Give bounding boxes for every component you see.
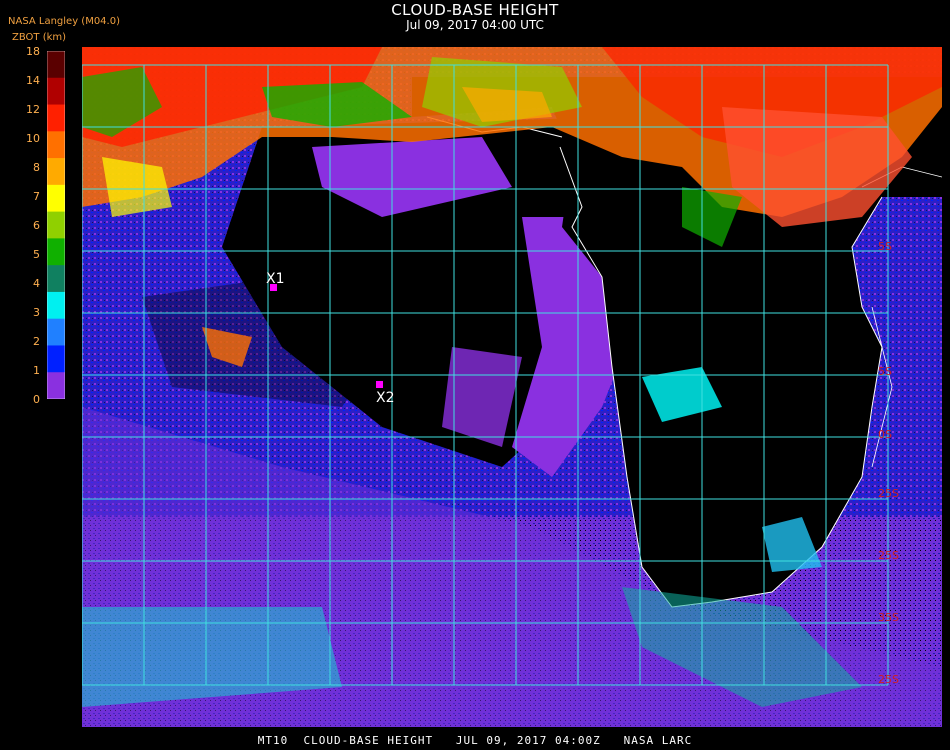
latitude-label: 25S	[878, 673, 899, 686]
latitude-label: 25S	[878, 487, 899, 500]
colorbar-tick-label: 7	[33, 190, 40, 203]
map-subtitle: Jul 09, 2017 04:00 UTC	[406, 18, 544, 32]
satellite-map: 5S 5S 0S 25S 25S 35S 25S X1 X2	[82, 47, 942, 727]
title-block: CLOUD-BASE HEIGHT Jul 09, 2017 04:00 UTC	[0, 2, 950, 32]
provider-label: NASA Langley (M04.0)	[8, 16, 120, 27]
unit-label: ZBOT (km)	[12, 32, 67, 43]
colorbar-tick-label: 12	[26, 103, 40, 116]
colorbar-swatch	[47, 131, 65, 159]
colorbar-tick-label: 2	[33, 335, 40, 348]
colorbar-tick-label: 0	[33, 393, 40, 406]
latitude-label: 0S	[878, 428, 892, 441]
footer-caption: MT10 CLOUD-BASE HEIGHT JUL 09, 2017 04:0…	[257, 734, 693, 747]
map-title: CLOUD-BASE HEIGHT	[391, 1, 559, 19]
colorbar-tick-label: 14	[26, 74, 40, 87]
colorbar-swatch	[47, 158, 65, 186]
colorbar-swatch	[47, 104, 65, 132]
colorbar-swatch	[47, 265, 65, 293]
colorbar-swatch	[47, 238, 65, 266]
latitude-label: 5S	[878, 240, 892, 253]
latitude-label: 35S	[878, 611, 899, 624]
colorbar-tick-label: 3	[33, 306, 40, 319]
colorbar-swatch	[47, 184, 65, 213]
colorbar-tick-label: 10	[26, 132, 40, 145]
latitude-label: 5S	[878, 365, 892, 378]
colorbar-tick-label: 18	[26, 45, 40, 58]
colorbar-tick-label: 6	[33, 219, 40, 232]
colorbar-swatch	[47, 211, 65, 239]
colorbar-swatch	[47, 77, 65, 106]
colorbar-tick-label: 8	[33, 161, 40, 174]
colorbar-swatch	[47, 51, 65, 79]
colorbar	[47, 51, 65, 399]
latitude-label: 25S	[878, 549, 899, 562]
colorbar-tick-label: 1	[33, 364, 40, 377]
marker-x2	[376, 381, 383, 388]
colorbar-swatch	[47, 291, 65, 320]
colorbar-swatch	[47, 372, 65, 399]
colorbar-tick-label: 5	[33, 248, 40, 261]
marker-x2-label: X2	[376, 390, 395, 406]
colorbar-swatch	[47, 318, 65, 346]
marker-x1-label: X1	[266, 271, 285, 287]
colorbar-tick-label: 4	[33, 277, 40, 290]
colorbar-swatch	[47, 345, 65, 373]
